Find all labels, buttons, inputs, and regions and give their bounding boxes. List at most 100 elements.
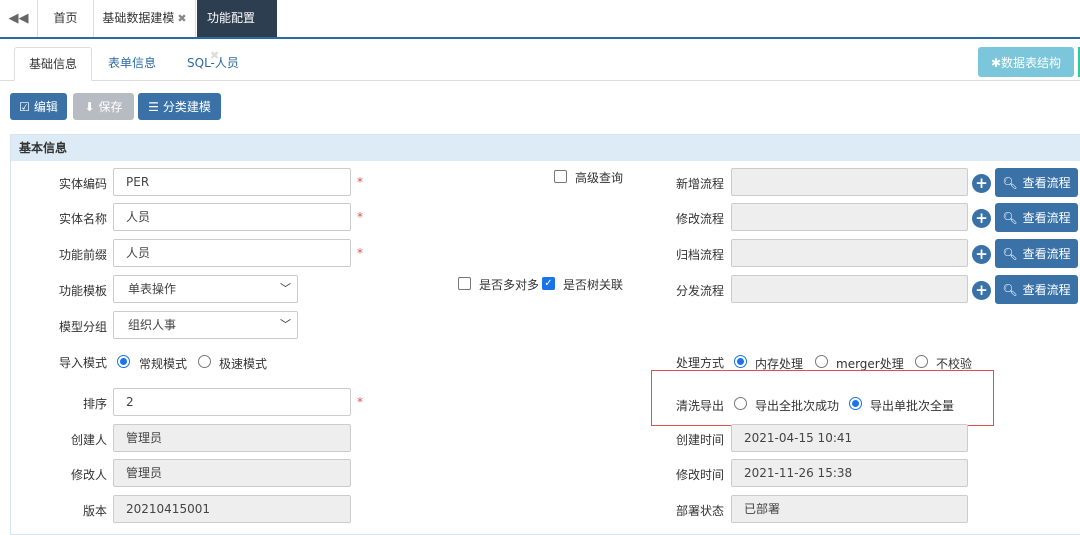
tree-relation-checkbox[interactable]: ✓ bbox=[542, 277, 555, 290]
export-all-batches-label: 导出全批次成功 bbox=[755, 399, 840, 413]
edit-button[interactable]: ☑ 编辑 bbox=[10, 93, 67, 120]
table-structure-button[interactable]: ✱数据表结构 bbox=[978, 47, 1074, 77]
export-single-batch-label: 导出单批次全量 bbox=[870, 399, 955, 413]
advanced-query-label: 高级查询 bbox=[575, 171, 624, 185]
add-distribute-flow-icon[interactable]: + bbox=[972, 281, 991, 300]
view-new-flow-button[interactable]: 🔍︎ 查看流程 bbox=[995, 168, 1078, 197]
add-modify-flow-icon[interactable]: + bbox=[972, 209, 991, 228]
tab-form-info[interactable]: 表单信息 bbox=[94, 47, 170, 81]
process-memory-radio[interactable] bbox=[734, 355, 747, 368]
modify-flow-label: 修改流程 bbox=[675, 212, 724, 226]
export-all-batches-radio[interactable] bbox=[734, 397, 747, 410]
func-prefix-label: 功能前缀 bbox=[58, 248, 107, 262]
export-single-batch-radio[interactable] bbox=[849, 397, 862, 410]
modifier-label: 修改人 bbox=[70, 468, 107, 482]
version-field: 20210415001 bbox=[113, 495, 351, 523]
view-flow-label: 查看流程 bbox=[1022, 283, 1071, 297]
save-label: 保存 bbox=[98, 100, 123, 114]
entity-code-input[interactable]: PER bbox=[113, 168, 351, 196]
create-time-field: 2021-04-15 10:41 bbox=[731, 424, 968, 452]
collapse-left-icon[interactable]: ◀◀ bbox=[0, 0, 38, 37]
search-icon: 🔍︎ bbox=[1002, 175, 1018, 190]
edit-label: 编辑 bbox=[33, 100, 58, 114]
archive-flow-label: 归档流程 bbox=[675, 248, 724, 262]
chevron-down-icon: ﹀ bbox=[280, 282, 291, 295]
tab-data-modeling[interactable]: 基础数据建模 ✖ bbox=[94, 0, 196, 37]
sub-tab-bar: 基础信息 表单信息 SQL-人员 bbox=[0, 39, 1080, 81]
chevron-down-icon: ﹀ bbox=[280, 318, 291, 331]
tab-data-modeling-label: 基础数据建模 bbox=[102, 11, 175, 25]
import-mode-normal-radio[interactable] bbox=[117, 355, 130, 368]
new-flow-field bbox=[731, 168, 968, 196]
archive-flow-field bbox=[731, 239, 968, 267]
panel-title: 基本信息 bbox=[11, 135, 1080, 161]
import-mode-normal-label: 常规模式 bbox=[139, 357, 188, 371]
model-group-select[interactable]: 组织人事 ﹀ bbox=[113, 311, 298, 339]
tab-function-config-label: 功能配置 bbox=[207, 11, 256, 25]
add-new-flow-icon[interactable]: + bbox=[972, 174, 991, 193]
clean-export-label: 清洗导出 bbox=[675, 399, 724, 413]
model-group-value: 组织人事 bbox=[128, 318, 177, 332]
entity-code-label: 实体编码 bbox=[58, 177, 107, 191]
modify-time-label: 修改时间 bbox=[675, 468, 724, 482]
process-no-check-radio[interactable] bbox=[915, 355, 928, 368]
add-archive-flow-icon[interactable]: + bbox=[972, 245, 991, 264]
new-flow-label: 新增流程 bbox=[675, 177, 724, 191]
func-template-select[interactable]: 单表操作 ﹀ bbox=[113, 275, 298, 303]
import-mode-label: 导入模式 bbox=[58, 356, 107, 370]
view-archive-flow-button[interactable]: 🔍︎ 查看流程 bbox=[995, 239, 1078, 268]
view-flow-label: 查看流程 bbox=[1022, 211, 1071, 225]
tab-function-config[interactable]: 功能配置✖ bbox=[197, 0, 277, 62]
search-icon: 🔍︎ bbox=[1002, 282, 1018, 297]
entity-name-input[interactable]: 人员 bbox=[113, 203, 351, 231]
sort-input[interactable]: 2 bbox=[113, 388, 351, 416]
import-mode-fast-radio[interactable] bbox=[198, 355, 211, 368]
import-mode-fast-label: 极速模式 bbox=[219, 357, 268, 371]
classify-label: 分类建模 bbox=[162, 100, 211, 114]
model-group-label: 模型分组 bbox=[58, 320, 107, 334]
distribute-flow-field bbox=[731, 275, 968, 303]
view-modify-flow-button[interactable]: 🔍︎ 查看流程 bbox=[995, 203, 1078, 232]
tab-sql-person[interactable]: SQL-人员 bbox=[173, 47, 253, 81]
deploy-status-field: 已部署 bbox=[731, 495, 968, 523]
tree-relation-label: 是否树关联 bbox=[563, 278, 624, 292]
view-flow-label: 查看流程 bbox=[1022, 176, 1071, 190]
advanced-query-checkbox[interactable] bbox=[554, 170, 567, 183]
func-template-value: 单表操作 bbox=[128, 282, 177, 296]
modifier-field: 管理员 bbox=[113, 459, 351, 487]
list-icon: ☰ bbox=[148, 99, 159, 114]
close-icon[interactable]: ✖ bbox=[177, 12, 186, 25]
view-distribute-flow-button[interactable]: 🔍︎ 查看流程 bbox=[995, 275, 1078, 304]
create-time-label: 创建时间 bbox=[675, 433, 724, 447]
deploy-status-label: 部署状态 bbox=[675, 504, 724, 518]
classify-model-button[interactable]: ☰ 分类建模 bbox=[138, 93, 221, 120]
entity-name-label: 实体名称 bbox=[58, 212, 107, 226]
required-mark: * bbox=[357, 175, 363, 189]
download-icon: ⬇ bbox=[84, 99, 95, 114]
tab-basic-info[interactable]: 基础信息 bbox=[14, 47, 93, 81]
creator-label: 创建人 bbox=[70, 433, 107, 447]
required-mark: * bbox=[357, 210, 363, 224]
save-button[interactable]: ⬇ 保存 bbox=[73, 93, 134, 120]
tab-home[interactable]: 首页 bbox=[38, 0, 94, 37]
process-merger-radio[interactable] bbox=[815, 355, 828, 368]
func-prefix-input[interactable]: 人员 bbox=[113, 239, 351, 267]
search-icon: 🔍︎ bbox=[1002, 210, 1018, 225]
many-to-many-checkbox[interactable] bbox=[458, 277, 471, 290]
creator-field: 管理员 bbox=[113, 424, 351, 452]
process-mode-label: 处理方式 bbox=[675, 356, 724, 370]
modify-time-field: 2021-11-26 15:38 bbox=[731, 459, 968, 487]
required-mark: * bbox=[357, 246, 363, 260]
search-icon: 🔍︎ bbox=[1002, 246, 1018, 261]
many-to-many-label: 是否多对多 bbox=[479, 278, 540, 292]
edit-icon: ☑ bbox=[19, 99, 30, 114]
sort-label: 排序 bbox=[82, 397, 107, 411]
version-label: 版本 bbox=[82, 504, 107, 518]
distribute-flow-label: 分发流程 bbox=[675, 284, 724, 298]
top-tab-bar: ◀◀ 首页 基础数据建模 ✖ 功能配置✖ bbox=[0, 0, 1080, 62]
tab-home-label: 首页 bbox=[53, 11, 78, 25]
required-mark: * bbox=[357, 395, 363, 409]
modify-flow-field bbox=[731, 203, 968, 231]
func-template-label: 功能模板 bbox=[58, 284, 107, 298]
view-flow-label: 查看流程 bbox=[1022, 247, 1071, 261]
